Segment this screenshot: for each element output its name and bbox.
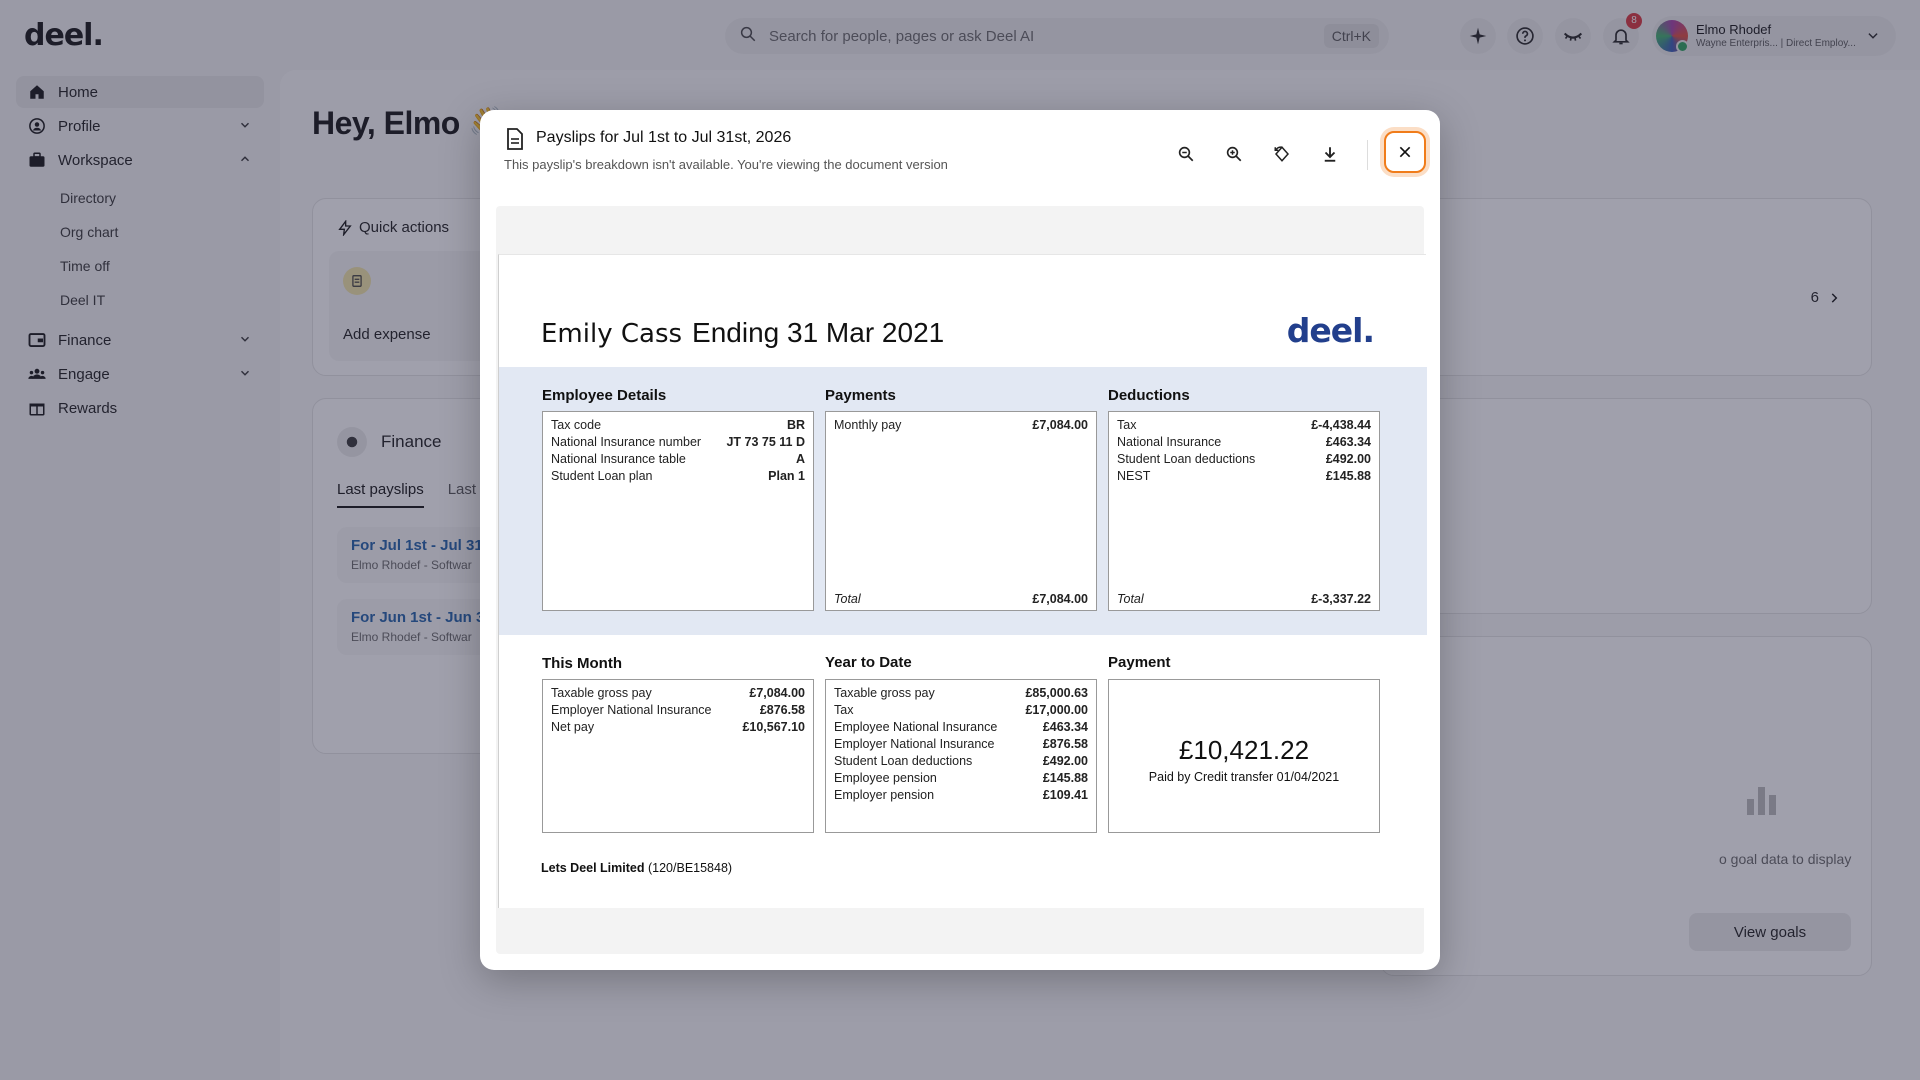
- table-row: Tax £-4,438.44: [1117, 418, 1371, 432]
- modal-subtitle: This payslip's breakdown isn't available…: [504, 157, 948, 172]
- table-row: Taxable gross pay £7,084.00: [551, 686, 805, 700]
- table-row: Student Loan deductions £492.00: [1117, 452, 1371, 466]
- section-title: Deductions: [1108, 387, 1190, 404]
- doc-summary-band: Employee Details Tax code BR National Ins…: [499, 367, 1427, 635]
- table-row: Net pay £10,567.10: [551, 720, 805, 734]
- table-row: Tax code BR: [551, 418, 805, 432]
- close-button[interactable]: [1384, 131, 1426, 173]
- rotate-icon: [1274, 146, 1290, 162]
- deductions-box: Tax £-4,438.44 National Insurance £463.34 …: [1108, 411, 1380, 611]
- company-ref: (120/BE15848): [647, 861, 733, 875]
- payslip-document: Emily Cass Ending 31 Mar 2021 deel. Emplo…: [498, 254, 1427, 908]
- rotate-button[interactable]: [1266, 138, 1298, 170]
- download-icon: [1324, 147, 1336, 162]
- table-row: Employer pension £109.41: [834, 788, 1088, 802]
- table-row: National Insurance number JT 73 75 11 D: [551, 435, 805, 449]
- download-button[interactable]: [1314, 138, 1346, 170]
- zoom-out-icon: [1178, 146, 1194, 162]
- zoom-in-icon: [1226, 146, 1242, 162]
- table-row: Employee pension £145.88: [834, 771, 1088, 785]
- table-row: Employer National Insurance £876.58: [551, 703, 805, 717]
- this-month-box: Taxable gross pay £7,084.00 Employer Nati…: [542, 679, 814, 833]
- payment-amount: £10,421.22: [1178, 735, 1310, 765]
- year-to-date-box: Taxable gross pay £85,000.63 Tax £17,000.0…: [825, 679, 1097, 833]
- payment-note: Paid by Credit transfer 01/04/2021: [1148, 770, 1340, 784]
- table-row: Taxable gross pay £85,000.63: [834, 686, 1088, 700]
- document-icon: [506, 128, 524, 155]
- table-row: National Insurance table A: [551, 452, 805, 466]
- company-name: Lets Deel Limited: [541, 861, 645, 875]
- table-row: Student Loan plan Plan 1: [551, 469, 805, 483]
- deductions-total: Total £-3,337.22: [1117, 592, 1371, 606]
- section-title: This Month: [542, 655, 622, 672]
- payments-box: Monthly pay £7,084.00 Total £7,084.00: [825, 411, 1097, 611]
- section-title: Employee Details: [542, 387, 667, 404]
- section-title: Year to Date: [825, 654, 912, 671]
- employee-details-box: Tax code BR National Insurance number JT 7…: [542, 411, 814, 611]
- pay-period: Ending 31 Mar 2021: [692, 317, 945, 348]
- table-row: Student Loan deductions £492.00: [834, 754, 1088, 768]
- section-title: Payments: [825, 387, 896, 404]
- deel-doc-logo: deel.: [1286, 311, 1375, 350]
- close-icon: [1399, 146, 1411, 158]
- table-row: Monthly pay £7,084.00: [834, 418, 1088, 432]
- table-row: Employer National Insurance £876.58: [834, 737, 1088, 751]
- zoom-in-button[interactable]: [1218, 138, 1250, 170]
- zoom-out-button[interactable]: [1170, 138, 1202, 170]
- section-title: Payment: [1108, 654, 1171, 671]
- company-info: Lets Deel Limited (120/BE15848): [541, 861, 732, 875]
- payment-box: £10,421.22 Paid by Credit transfer 01/04…: [1108, 679, 1380, 833]
- table-row: National Insurance £463.34: [1117, 435, 1371, 449]
- payments-total: Total £7,084.00: [834, 592, 1088, 606]
- employee-name: Emily Cass: [541, 319, 683, 349]
- table-row: Employee National Insurance £463.34: [834, 720, 1088, 734]
- toolbar-divider: [1367, 140, 1368, 170]
- table-row: Tax £17,000.00: [834, 703, 1088, 717]
- doc-header: Emily Cass Ending 31 Mar 2021: [541, 317, 944, 349]
- table-row: NEST £145.88: [1117, 469, 1371, 483]
- modal-title: Payslips for Jul 1st to Jul 31st, 2026: [536, 129, 792, 146]
